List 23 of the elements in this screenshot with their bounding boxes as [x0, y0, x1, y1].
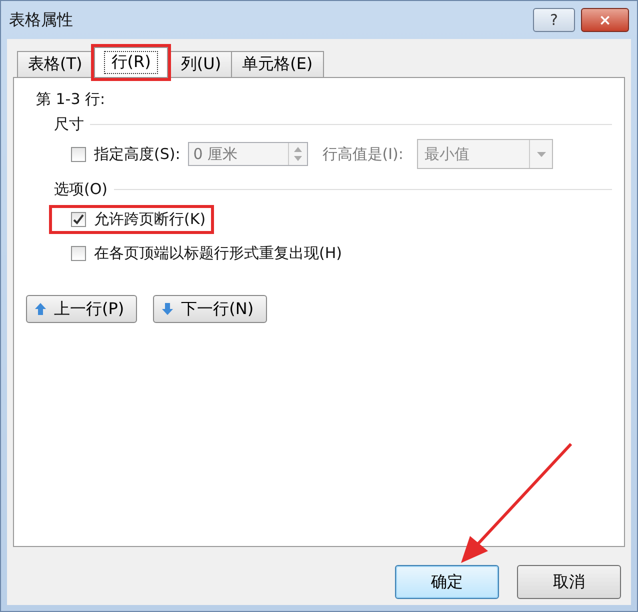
section-title: 尺寸 — [54, 115, 84, 134]
dropdown-arrow-icon — [536, 152, 546, 156]
help-button[interactable]: ? — [533, 8, 575, 32]
field-label: 行高值是(I): — [322, 144, 404, 164]
checkbox[interactable] — [71, 146, 86, 162]
height-input[interactable]: 0 厘米 — [188, 142, 308, 166]
nav-button[interactable]: 上一行(P) — [26, 295, 138, 323]
nav-button[interactable]: 下一行(N) — [153, 295, 267, 323]
checkbox-label: 指定高度(S): — [94, 144, 180, 164]
tab[interactable]: 单元格(E) — [231, 51, 324, 77]
checkbox-label: 在各页顶端以标题行形式重复出现(H) — [94, 244, 342, 262]
window-title: 表格属性 — [9, 10, 74, 30]
arrow-down-icon — [162, 303, 174, 315]
section-title: 选项(O) — [54, 180, 108, 199]
checkbox-label: 允许跨页断行(K) — [94, 210, 206, 228]
rows-label: 第 1-3 行: — [36, 90, 106, 109]
checkbox[interactable] — [71, 212, 86, 226]
tab[interactable]: 列(U) — [170, 51, 232, 77]
checkbox[interactable] — [71, 246, 86, 260]
tab[interactable]: 表格(T) — [17, 51, 94, 77]
dialog-button[interactable]: 取消 — [517, 565, 621, 599]
dialog-button[interactable]: 确定 — [395, 565, 499, 599]
arrow-up-icon — [35, 303, 46, 315]
